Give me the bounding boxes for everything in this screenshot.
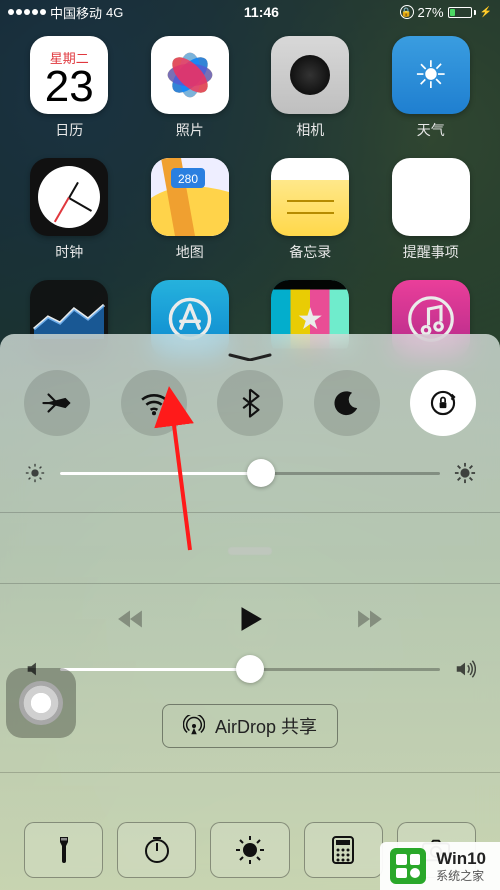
battery-icon: [448, 7, 476, 18]
brightness-slider[interactable]: [24, 462, 476, 484]
app-label: 相机: [296, 120, 324, 140]
airdrop-label: AirDrop 共享: [215, 713, 317, 739]
calculator-button[interactable]: [304, 822, 383, 878]
watermark-line2: 系统之家: [436, 869, 486, 883]
app-camera[interactable]: 相机: [259, 36, 362, 140]
watermark: Win10 系统之家: [380, 842, 500, 890]
divider: [0, 772, 500, 773]
moon-icon: [330, 386, 364, 420]
orientation-lock-icon: [426, 386, 460, 420]
app-label: 地图: [176, 242, 204, 262]
carrier-label: 中国移动: [50, 3, 102, 22]
bluetooth-icon: [233, 386, 267, 420]
brightness-thumb[interactable]: [247, 459, 275, 487]
brightness-high-icon: [454, 462, 476, 484]
airdrop-button[interactable]: AirDrop 共享: [162, 704, 338, 748]
app-label: 备忘录: [289, 242, 331, 262]
brightness-track[interactable]: [60, 472, 440, 475]
app-label: 日历: [55, 120, 83, 140]
charging-icon: ⚡: [480, 7, 492, 18]
assistive-touch-button[interactable]: [6, 668, 76, 738]
wifi-toggle[interactable]: [121, 370, 187, 436]
camera-icon: [271, 36, 349, 114]
airdrop-row: AirDrop 共享: [24, 704, 476, 748]
wifi-icon: [137, 386, 171, 420]
status-bar: 中国移动 4G 11:46 🔒 27% ⚡: [0, 0, 500, 24]
next-track-button[interactable]: [353, 602, 387, 636]
airdrop-icon: [183, 715, 205, 737]
network-label: 4G: [106, 5, 123, 20]
watermark-line1: Win10: [436, 849, 486, 869]
app-label: 提醒事项: [403, 242, 459, 262]
divider: [0, 583, 500, 584]
night-shift-button[interactable]: [210, 822, 289, 878]
timer-button[interactable]: [117, 822, 196, 878]
playback-controls: [24, 602, 476, 636]
calculator-icon: [328, 835, 358, 865]
volume-high-icon: [454, 658, 476, 680]
orientation-lock-indicator-icon: 🔒: [400, 5, 414, 19]
flashlight-icon: [49, 835, 79, 865]
app-photos[interactable]: 照片: [139, 36, 242, 140]
orientation-lock-toggle[interactable]: [410, 370, 476, 436]
assistive-touch-icon: [19, 681, 63, 725]
control-center-panel: AirDrop 共享: [0, 334, 500, 890]
app-clock[interactable]: 时钟: [18, 158, 121, 262]
grabber-handle-icon[interactable]: [228, 348, 272, 356]
toggle-row: [24, 370, 476, 436]
home-screen-apps: 星期二 23 日历 照片 相机: [0, 36, 500, 358]
watermark-logo-icon: [390, 848, 426, 884]
now-playing-label: [228, 547, 272, 555]
phone-screen: 中国移动 4G 11:46 🔒 27% ⚡ 星期二 23 日历: [0, 0, 500, 890]
divider: [0, 512, 500, 513]
clock-label: 11:46: [244, 4, 279, 20]
app-label: 天气: [417, 120, 445, 140]
brightness-low-icon: [24, 462, 46, 484]
previous-track-button[interactable]: [113, 602, 147, 636]
volume-thumb[interactable]: [236, 655, 264, 683]
app-maps[interactable]: 280 地图: [139, 158, 242, 262]
app-weather[interactable]: ☀︎ 天气: [380, 36, 483, 140]
maps-icon: 280: [151, 158, 229, 236]
photos-icon: [151, 36, 229, 114]
volume-track[interactable]: [60, 668, 440, 671]
airplane-icon: [40, 386, 74, 420]
airplane-mode-toggle[interactable]: [24, 370, 90, 436]
app-reminders[interactable]: 提醒事项: [380, 158, 483, 262]
app-calendar[interactable]: 星期二 23 日历: [18, 36, 121, 140]
reminders-icon: [392, 158, 470, 236]
do-not-disturb-toggle[interactable]: [314, 370, 380, 436]
volume-slider[interactable]: [24, 658, 476, 680]
clock-icon: [30, 158, 108, 236]
app-label: 照片: [176, 120, 204, 140]
weather-icon: ☀︎: [392, 36, 470, 114]
app-label: 时钟: [55, 242, 83, 262]
maps-badge: 280: [178, 172, 198, 186]
signal-strength-icon: [8, 9, 46, 15]
calendar-icon: 星期二 23: [30, 36, 108, 114]
app-notes[interactable]: 备忘录: [259, 158, 362, 262]
timer-icon: [142, 835, 172, 865]
flashlight-button[interactable]: [24, 822, 103, 878]
now-playing-title[interactable]: [24, 531, 476, 571]
bluetooth-toggle[interactable]: [217, 370, 283, 436]
play-button[interactable]: [233, 602, 267, 636]
calendar-day: 23: [45, 67, 94, 107]
notes-icon: [271, 158, 349, 236]
night-shift-icon: [235, 835, 265, 865]
battery-percent-label: 27%: [418, 5, 444, 20]
